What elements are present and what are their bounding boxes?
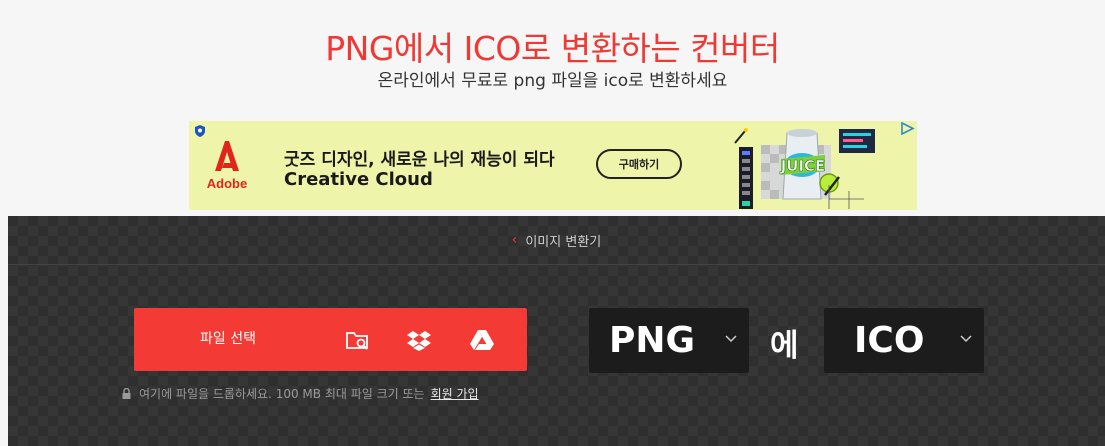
ad-product: Creative Cloud — [284, 169, 433, 190]
chevron-down-icon — [725, 335, 737, 343]
dropbox-icon[interactable] — [406, 328, 432, 352]
magic-wand-icon — [734, 128, 748, 144]
target-format-value[interactable]: ICO — [854, 308, 924, 373]
chevron-down-icon — [960, 335, 972, 343]
breadcrumb[interactable]: ‹ 이미지 변환기 — [8, 216, 1105, 265]
google-drive-icon[interactable] — [469, 328, 495, 352]
adobe-logo: Adobe — [206, 137, 248, 193]
target-format-select[interactable]: ICO — [824, 308, 984, 373]
ad-choices-icon[interactable] — [900, 122, 915, 135]
converter-panel: ‹ 이미지 변환기 파일 선택 여기에 파일을 드롭하세요. 100 MB 최대… — [8, 216, 1105, 446]
drop-note-text: 여기에 파일을 드롭하세요. 100 MB 최대 파일 크기 또는 — [139, 387, 425, 401]
ad-buy-button[interactable]: 구매하기 — [596, 149, 682, 179]
ad-banner[interactable]: Adobe 굿즈 디자인, 새로운 나의 재능이 되다 Creative Clo… — [189, 121, 917, 210]
folder-search-icon[interactable] — [345, 328, 371, 352]
page-title: PNG에서 ICO로 변환하는 컨버터 — [325, 29, 780, 68]
page-subtitle: 온라인에서 무료로 png 파일을 ico로 변환하세요 — [377, 71, 728, 91]
source-format-value[interactable]: PNG — [609, 308, 695, 373]
chevron-left-icon: ‹ — [511, 232, 518, 248]
ad-shield-icon — [195, 125, 205, 137]
file-upload-button[interactable]: 파일 선택 — [134, 308, 527, 371]
ad-illustration: JUICE — [734, 128, 875, 209]
source-format-select[interactable]: PNG — [589, 308, 749, 373]
adobe-logo-icon — [215, 141, 239, 171]
juice-label: JUICE — [780, 157, 826, 175]
adobe-wordmark: Adobe — [206, 176, 248, 191]
format-connector: 에 — [770, 328, 799, 364]
signup-link[interactable]: 회원 가입 — [431, 385, 479, 402]
lock-icon — [122, 388, 131, 399]
ad-headline: 굿즈 디자인, 새로운 나의 재능이 되다 — [284, 150, 555, 170]
upload-label[interactable]: 파일 선택 — [200, 308, 256, 371]
breadcrumb-label[interactable]: 이미지 변환기 — [525, 231, 601, 250]
drop-note: 여기에 파일을 드롭하세요. 100 MB 최대 파일 크기 또는 회원 가입 — [122, 385, 479, 402]
